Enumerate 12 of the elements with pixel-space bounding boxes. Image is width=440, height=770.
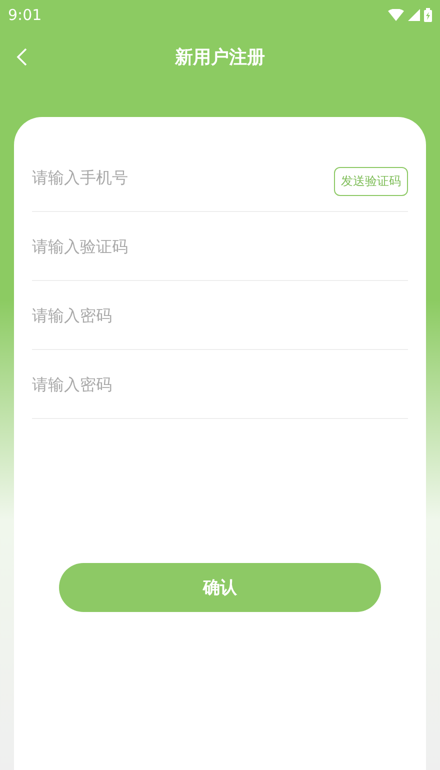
back-icon[interactable] — [16, 48, 28, 66]
page-title: 新用户注册 — [175, 46, 265, 69]
input-field[interactable]: 请输入验证码 — [32, 236, 408, 256]
battery-icon — [424, 8, 432, 22]
input-field[interactable]: 请输入密码 — [32, 306, 408, 324]
input-field[interactable]: 请输入手机号 — [32, 168, 334, 186]
confirm-button[interactable]: 确认 — [59, 563, 381, 612]
signal-icon — [408, 9, 420, 21]
input-field[interactable]: 请输入密码 — [32, 374, 408, 394]
status-time: 9:01 — [8, 6, 42, 24]
send-code-button[interactable]: 发送验证码 — [334, 166, 408, 196]
wifi-icon — [388, 9, 404, 21]
